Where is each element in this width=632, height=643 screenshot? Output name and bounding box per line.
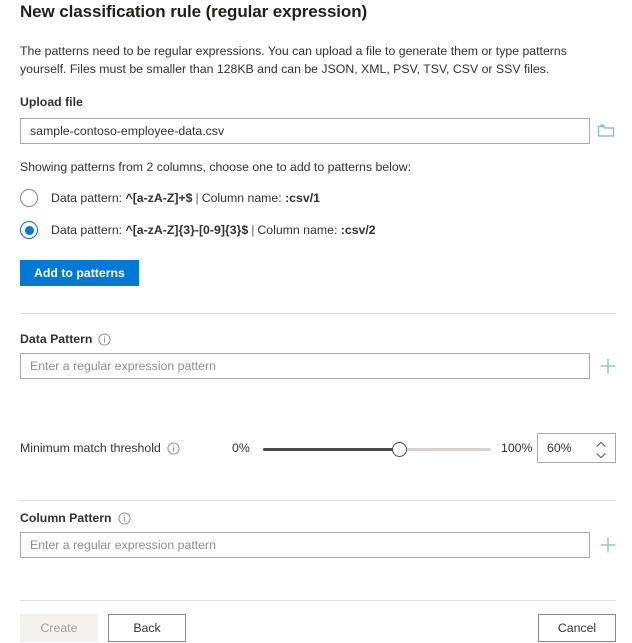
panel-description: The patterns need to be regular expressi… — [20, 42, 616, 78]
add-to-patterns-button[interactable]: Add to patterns — [20, 260, 139, 286]
slider-min-label: 0% — [232, 441, 250, 455]
add-column-pattern-icon[interactable] — [598, 535, 618, 555]
back-button[interactable]: Back — [108, 614, 186, 642]
pattern-radio-option-2[interactable]: Data pattern: ^[a-zA-Z]{3}-[0-9]{3}$|Col… — [20, 219, 376, 241]
spinner-buttons — [594, 434, 608, 462]
slider-track-fill — [263, 448, 400, 451]
footer-divider — [20, 600, 616, 601]
pattern-regex: ^[a-zA-Z]+$ — [126, 191, 193, 205]
slider-max-label: 100% — [501, 441, 532, 455]
column-name-value: :csv/2 — [341, 223, 376, 237]
section-divider — [20, 313, 616, 314]
upload-file-label: Upload file — [20, 95, 83, 109]
minimum-match-threshold-slider[interactable] — [263, 441, 491, 459]
threshold-spinner[interactable]: 60% — [537, 433, 616, 463]
column-name-prefix: Column name: — [257, 223, 340, 237]
pattern-radio-label: Data pattern: ^[a-zA-Z]+$|Column name: :… — [51, 191, 320, 205]
upload-file-input[interactable] — [20, 118, 590, 144]
pattern-prefix: Data pattern: — [51, 191, 126, 205]
pattern-radio-option-1[interactable]: Data pattern: ^[a-zA-Z]+$|Column name: :… — [20, 187, 320, 209]
pattern-radio-label: Data pattern: ^[a-zA-Z]{3}-[0-9]{3}$|Col… — [51, 223, 376, 237]
spinner-down-icon[interactable] — [594, 448, 608, 459]
minimum-match-threshold-label: Minimum match threshold — [20, 441, 180, 455]
info-icon[interactable] — [118, 512, 131, 525]
radio-mark — [20, 221, 38, 239]
radio-mark — [20, 189, 38, 207]
data-pattern-label-text: Data Pattern — [20, 332, 92, 346]
threshold-value: 60% — [547, 434, 572, 462]
folder-icon[interactable] — [597, 122, 615, 140]
column-pattern-label-text: Column Pattern — [20, 511, 112, 525]
spinner-up-icon[interactable] — [594, 437, 608, 448]
pattern-regex: ^[a-zA-Z]{3}-[0-9]{3}$ — [126, 223, 249, 237]
info-icon[interactable] — [167, 442, 180, 455]
column-name-prefix: Column name: — [202, 191, 285, 205]
column-pattern-input[interactable] — [20, 532, 590, 558]
showing-patterns-text: Showing patterns from 2 columns, choose … — [20, 160, 411, 174]
pattern-separator: | — [192, 191, 201, 205]
create-button[interactable]: Create — [20, 614, 98, 642]
pattern-separator: | — [248, 223, 257, 237]
column-name-value: :csv/1 — [285, 191, 320, 205]
pattern-prefix: Data pattern: — [51, 223, 126, 237]
slider-thumb[interactable] — [392, 442, 407, 457]
info-icon[interactable] — [98, 333, 111, 346]
threshold-label-text: Minimum match threshold — [20, 441, 161, 455]
column-pattern-label: Column Pattern — [20, 511, 131, 525]
new-classification-rule-panel: New classification rule (regular express… — [0, 0, 632, 643]
page-title: New classification rule (regular express… — [20, 2, 367, 22]
cancel-button[interactable]: Cancel — [538, 614, 616, 642]
data-pattern-label: Data Pattern — [20, 332, 111, 346]
add-data-pattern-icon[interactable] — [598, 356, 618, 376]
section-divider — [20, 500, 616, 501]
data-pattern-input[interactable] — [20, 353, 590, 379]
